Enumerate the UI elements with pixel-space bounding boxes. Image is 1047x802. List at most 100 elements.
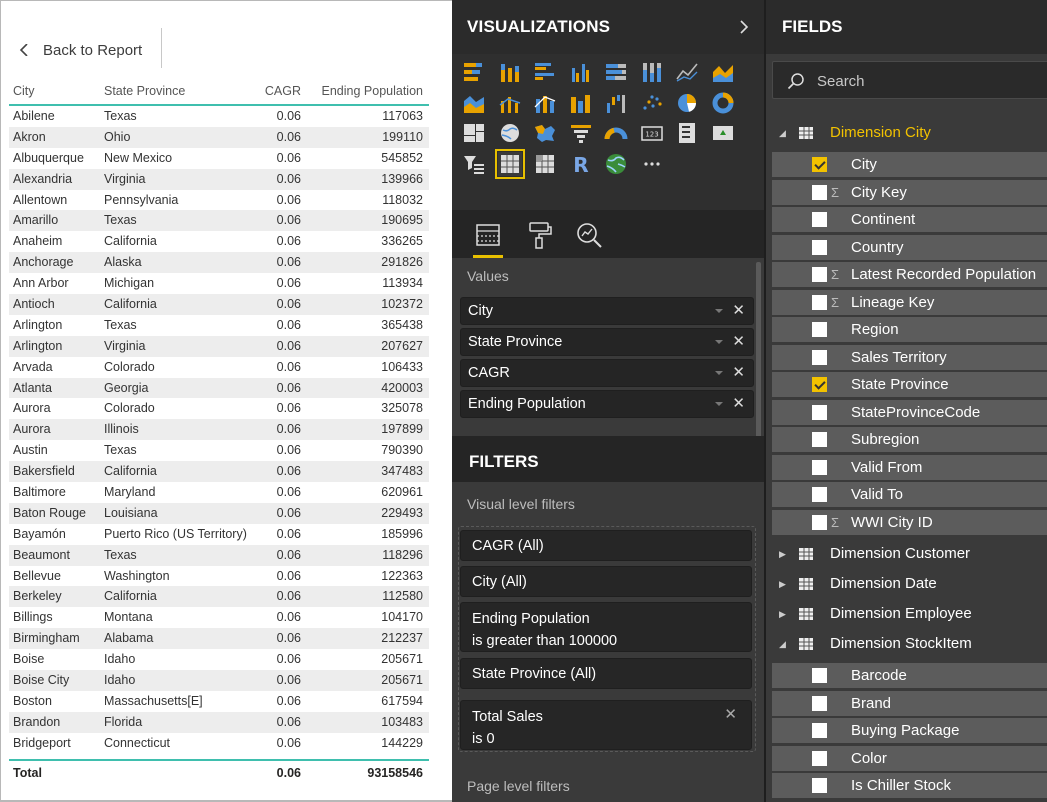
- field-checkbox[interactable]: [812, 459, 827, 475]
- expanded-triangle-icon[interactable]: ◢: [779, 118, 786, 148]
- filter-card[interactable]: CAGR (All): [460, 530, 752, 561]
- table-row[interactable]: Arvada Colorado 0.06 106433: [9, 357, 429, 378]
- field-checkbox[interactable]: [812, 322, 827, 337]
- chevron-down-icon[interactable]: [715, 402, 723, 406]
- table-row[interactable]: Aurora Colorado 0.06 325078: [9, 398, 429, 419]
- table-row[interactable]: Berkeley California 0.06 112580: [9, 586, 429, 608]
- table-row[interactable]: Arlington Texas 0.06 365438: [9, 315, 429, 336]
- scatter-chart-icon[interactable]: [640, 91, 664, 115]
- filter-card[interactable]: City (All): [460, 566, 752, 597]
- field-table-node[interactable]: ▶ Dimension Date: [766, 569, 1047, 599]
- table-row[interactable]: Baton Rouge Louisiana 0.06 229493: [9, 502, 429, 524]
- chevron-right-icon[interactable]: [738, 18, 750, 36]
- field-checkbox[interactable]: [812, 432, 827, 447]
- collapsed-triangle-icon[interactable]: ▶: [779, 569, 786, 599]
- field-item[interactable]: Valid To: [772, 482, 1047, 507]
- filter-card[interactable]: State Province (All): [460, 658, 752, 689]
- field-checkbox[interactable]: [812, 377, 827, 392]
- value-well-field[interactable]: CAGR ✕: [460, 359, 754, 387]
- table-row[interactable]: Boston Massachusetts[E] 0.06 617594: [9, 691, 429, 712]
- field-item[interactable]: Barcode: [772, 663, 1047, 688]
- table-row[interactable]: Anaheim California 0.06 336265: [9, 231, 429, 252]
- waterfall-chart-icon[interactable]: [604, 91, 628, 115]
- field-item[interactable]: Σ WWI City ID: [772, 509, 1047, 535]
- table-row[interactable]: Abilene Texas 0.06 117063: [9, 106, 429, 127]
- chevron-down-icon[interactable]: [715, 309, 723, 313]
- field-item[interactable]: Valid From: [772, 454, 1047, 480]
- field-checkbox[interactable]: [812, 404, 827, 420]
- table-row[interactable]: Brandon Florida 0.06 103483: [9, 711, 429, 733]
- field-checkbox[interactable]: [812, 668, 827, 683]
- value-well-field[interactable]: State Province ✕: [460, 328, 754, 356]
- field-item[interactable]: Σ Lineage Key: [772, 289, 1047, 315]
- table-row[interactable]: Boise Idaho 0.06 205671: [9, 649, 429, 670]
- table-row[interactable]: Bakersfield California 0.06 347483: [9, 461, 429, 483]
- close-icon[interactable]: ✕: [732, 391, 745, 417]
- table-row[interactable]: Baltimore Maryland 0.06 620961: [9, 482, 429, 503]
- field-item[interactable]: Subregion: [772, 427, 1047, 452]
- field-checkbox[interactable]: [812, 349, 827, 365]
- table-row[interactable]: Beaumont Texas 0.06 118296: [9, 544, 429, 566]
- search-input[interactable]: [817, 71, 1037, 91]
- table-row[interactable]: Birmingham Alabama 0.06 212237: [9, 628, 429, 650]
- field-item[interactable]: Σ City Key: [772, 179, 1047, 205]
- table-row[interactable]: Boise City Idaho 0.06 205671: [9, 670, 429, 691]
- table-row[interactable]: Austin Texas 0.06 790390: [9, 440, 429, 461]
- chevron-down-icon[interactable]: [715, 371, 723, 375]
- field-item[interactable]: StateProvinceCode: [772, 399, 1047, 425]
- table-row[interactable]: Ann Arbor Michigan 0.06 113934: [9, 273, 429, 294]
- stacked-column-icon[interactable]: [498, 60, 522, 84]
- matrix-icon[interactable]: [533, 152, 557, 176]
- pie-chart-icon[interactable]: [675, 91, 699, 115]
- line-stacked-column-icon[interactable]: [533, 91, 557, 115]
- close-icon[interactable]: ✕: [732, 360, 745, 386]
- field-item[interactable]: Color: [772, 745, 1047, 771]
- card-icon[interactable]: 123: [640, 121, 664, 145]
- field-item[interactable]: State Province: [772, 372, 1047, 397]
- filter-card[interactable]: Total Sales is 0 ✕: [460, 700, 752, 750]
- close-icon[interactable]: ✕: [724, 704, 737, 726]
- field-checkbox[interactable]: [812, 750, 827, 766]
- map-icon[interactable]: [498, 121, 522, 145]
- field-item[interactable]: Is Chiller Stock: [772, 773, 1047, 798]
- slicer-icon[interactable]: [462, 152, 486, 176]
- field-item[interactable]: City: [772, 152, 1047, 177]
- stacked-area-icon[interactable]: [462, 91, 486, 115]
- expanded-triangle-icon[interactable]: ◢: [779, 629, 786, 659]
- fields-tab[interactable]: [471, 218, 505, 258]
- field-item[interactable]: Brand: [772, 690, 1047, 716]
- table-row[interactable]: Bridgeport Connecticut 0.06 144229: [9, 733, 429, 754]
- field-item[interactable]: Σ Latest Recorded Population: [772, 262, 1047, 287]
- line-clustered-column-icon[interactable]: [498, 91, 522, 115]
- ribbon-chart-icon[interactable]: [569, 91, 593, 115]
- table-row[interactable]: Alexandria Virginia 0.06 139966: [9, 168, 429, 190]
- chevron-down-icon[interactable]: [715, 340, 723, 344]
- funnel-icon[interactable]: [569, 121, 593, 145]
- table-row[interactable]: Akron Ohio 0.06 199110: [9, 126, 429, 148]
- field-table-node[interactable]: ▶ Dimension Employee: [766, 599, 1047, 629]
- field-checkbox[interactable]: [812, 184, 827, 200]
- stacked-bar-icon[interactable]: [462, 60, 486, 84]
- treemap-icon[interactable]: [462, 121, 486, 145]
- field-checkbox[interactable]: [812, 487, 827, 502]
- column-header-cagr[interactable]: CAGR: [265, 81, 301, 101]
- format-tab[interactable]: [522, 218, 556, 252]
- field-table-node[interactable]: ◢ Dimension City: [766, 118, 1047, 148]
- table-row[interactable]: Albuquerque New Mexico 0.06 545852: [9, 148, 429, 169]
- back-to-report-button[interactable]: Back to Report: [19, 37, 142, 63]
- globe-icon[interactable]: [604, 152, 628, 176]
- clustered-bar-icon[interactable]: [533, 60, 557, 84]
- column-header-city[interactable]: City: [13, 81, 35, 101]
- table-row[interactable]: Atlanta Georgia 0.06 420003: [9, 377, 429, 399]
- close-icon[interactable]: ✕: [732, 329, 745, 355]
- fields-search-box[interactable]: [772, 61, 1047, 99]
- field-checkbox[interactable]: [812, 212, 827, 227]
- field-item[interactable]: Sales Territory: [772, 344, 1047, 370]
- line-chart-icon[interactable]: [675, 60, 699, 84]
- collapsed-triangle-icon[interactable]: ▶: [779, 539, 786, 569]
- donut-chart-icon[interactable]: [711, 91, 735, 115]
- field-checkbox[interactable]: [812, 514, 827, 530]
- column-header-ending-population[interactable]: Ending Population: [322, 81, 423, 101]
- field-table-node[interactable]: ▶ Dimension Customer: [766, 539, 1047, 569]
- filter-card[interactable]: Ending Population is greater than 100000: [460, 602, 752, 652]
